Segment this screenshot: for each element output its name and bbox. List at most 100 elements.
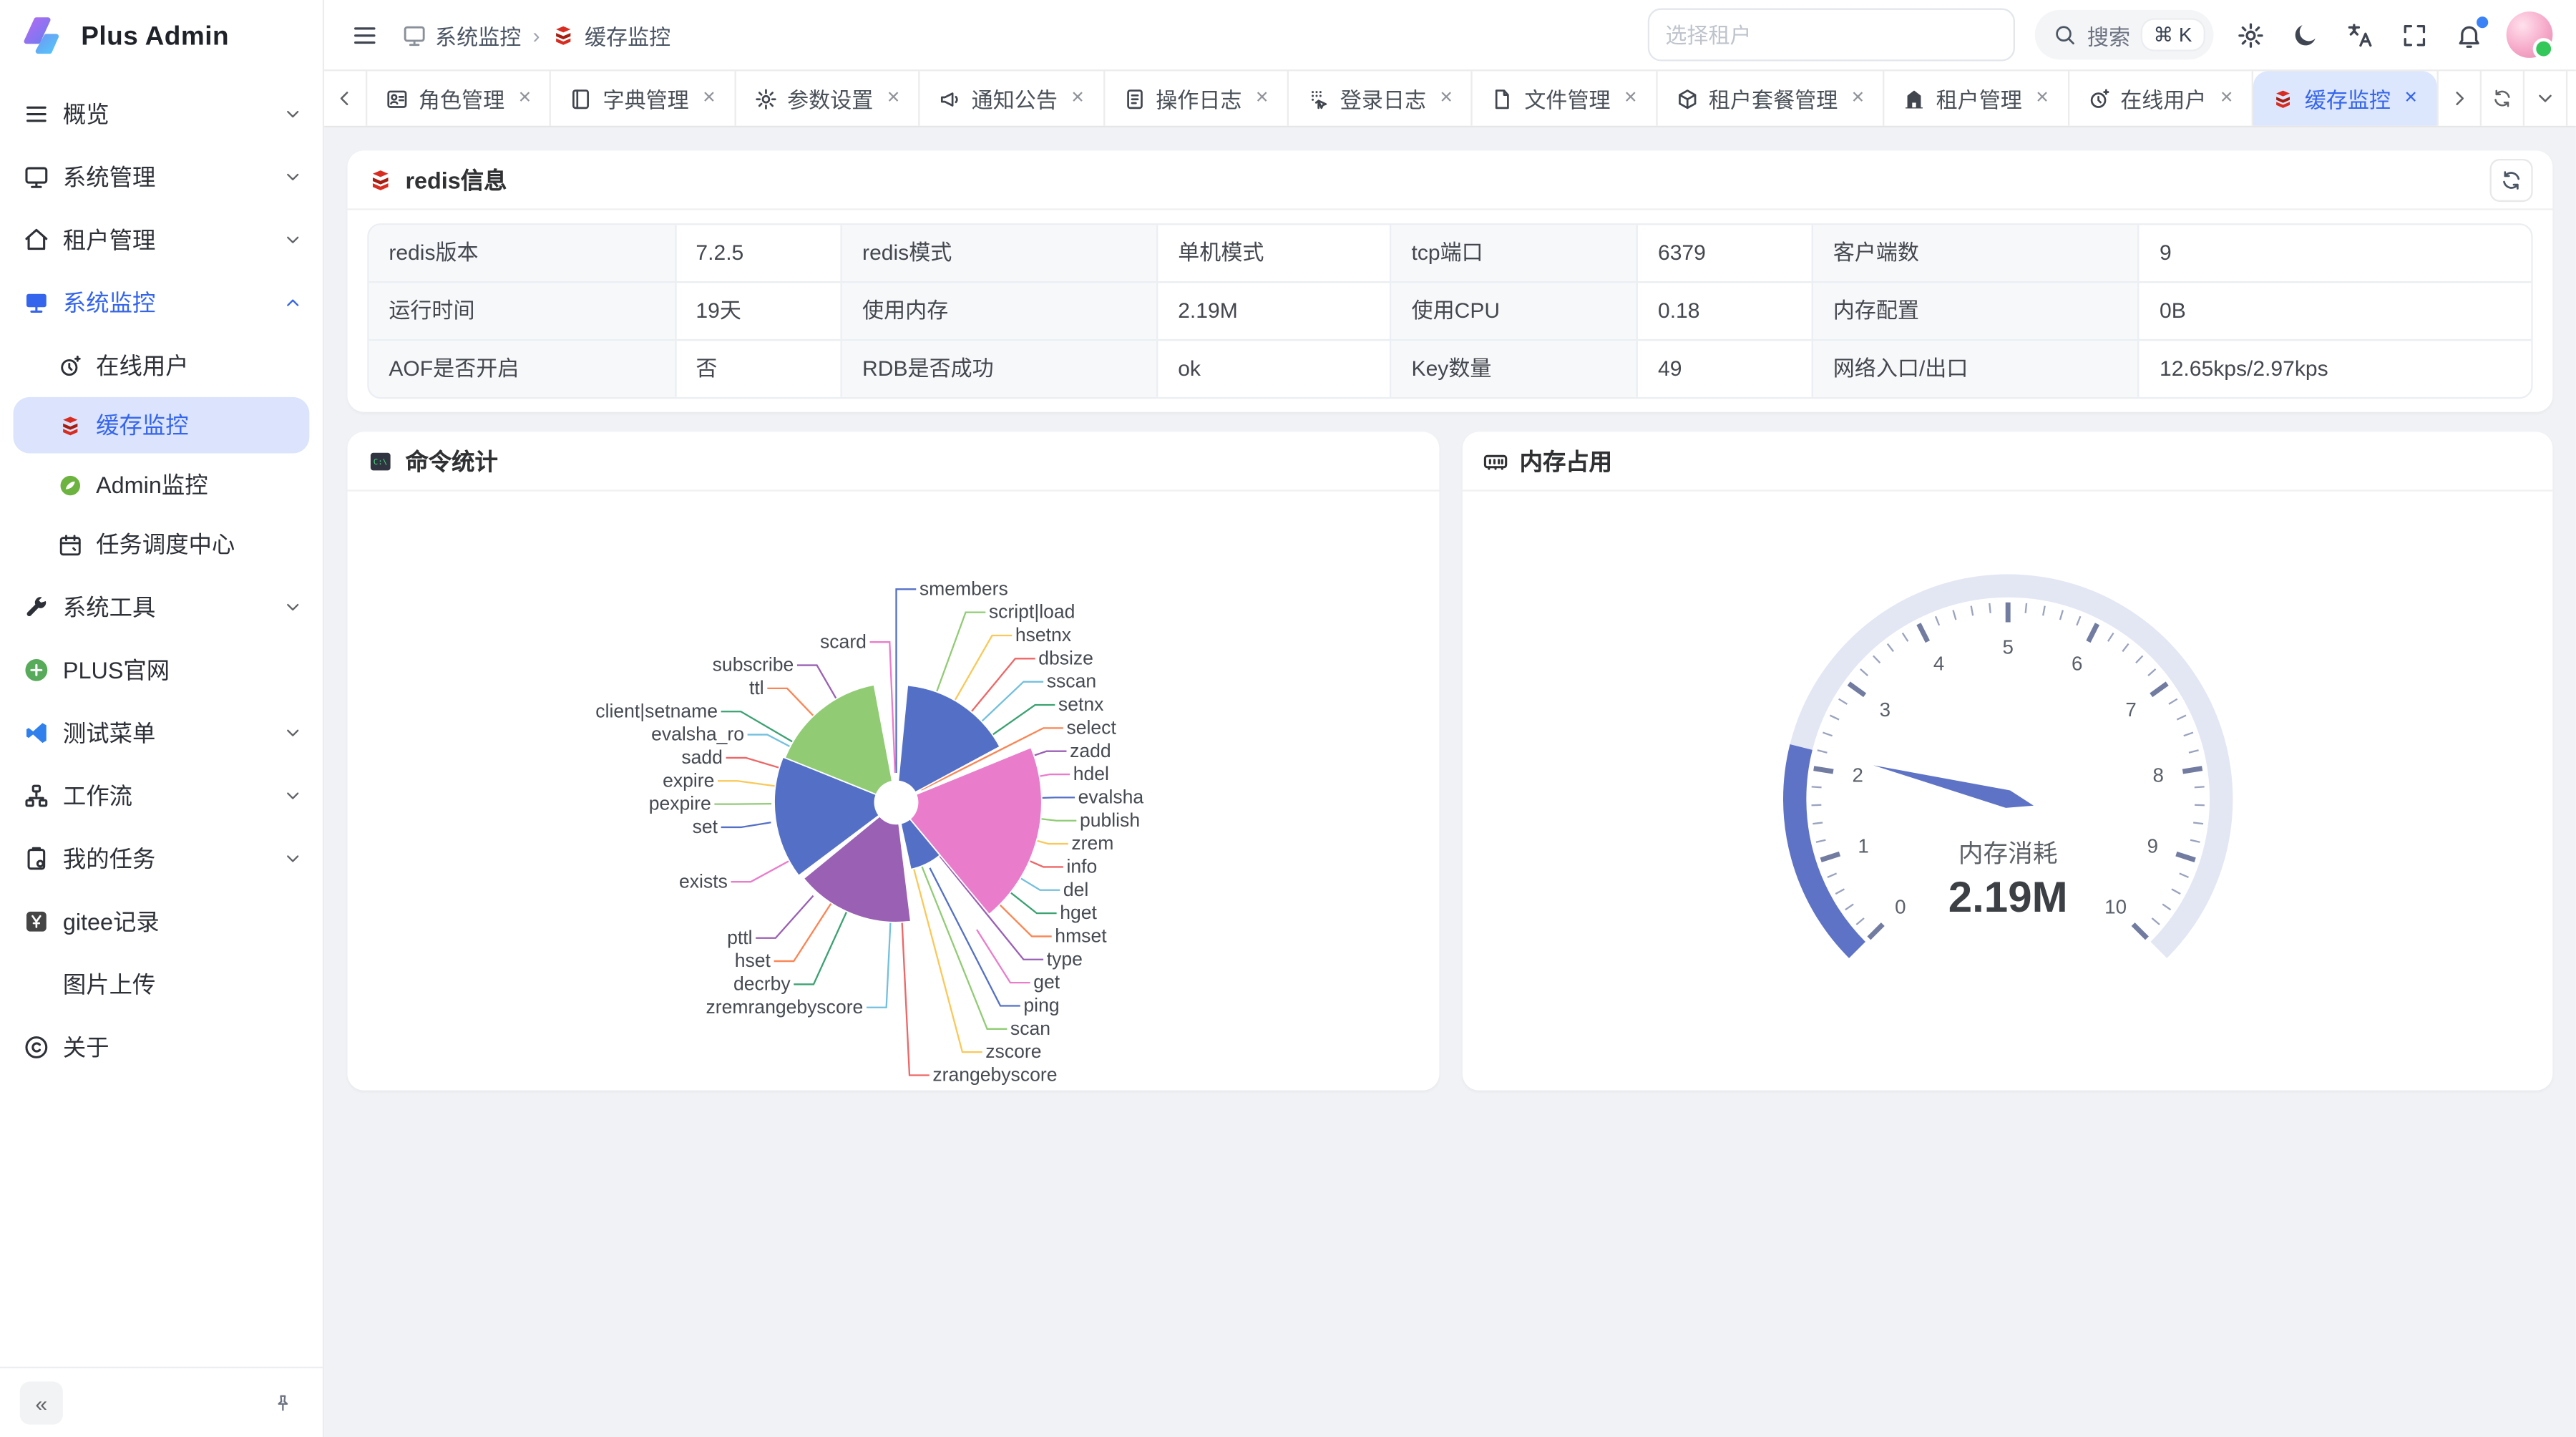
settings-button[interactable] [2233,17,2268,52]
tab-close-icon[interactable]: ✕ [2404,89,2418,107]
sidebar-item[interactable]: 系统管理 [0,145,323,208]
file-icon [1491,87,1514,109]
tenant-select-input[interactable] [1647,9,2014,62]
gauge-tick [1855,918,1863,925]
tabs-more-button[interactable] [2524,71,2567,125]
sidebar-subitem[interactable]: 任务调度中心 [13,516,309,573]
tab-close-icon[interactable]: ✕ [1851,89,1865,107]
tab[interactable]: 在线用户 ✕ [2069,71,2254,125]
tabs-scroll-right-button[interactable] [2438,71,2481,125]
commands-card-title: 命令统计 [405,444,497,477]
tab-label: 在线用户 [2120,83,2206,115]
command-label: hset [735,950,771,971]
sidebar-item[interactable]: 图片上传 [0,953,323,1016]
sidebar-collapse-button[interactable]: « [20,1382,63,1425]
tab-close-icon[interactable]: ✕ [1440,89,1453,107]
tab-label: 操作日志 [1156,83,1241,115]
sidebar-item[interactable]: PLUS官网 [0,638,323,701]
gauge-tick [1887,644,1893,652]
tab[interactable]: 通知公告✕ [920,71,1105,125]
redis-icon [367,166,394,193]
gauge-tick [2059,610,2062,620]
tab[interactable]: 租户套餐管理✕ [1657,71,1885,125]
sidebar-subitem[interactable]: 缓存监控 [13,397,309,454]
gauge-tick [1812,822,1822,824]
command-label: subscribe [713,654,794,676]
redis-info-refresh-button[interactable] [2490,158,2533,201]
pie-hole [874,781,917,824]
tab[interactable]: 参数设置✕ [736,71,920,125]
tab[interactable]: 缓存监控✕ [2253,71,2438,125]
tab-close-icon[interactable]: ✕ [1070,89,1084,107]
tab-close-icon[interactable]: ✕ [887,89,900,107]
tabs-refresh-button[interactable] [2481,71,2524,125]
info-label: 客户端数 [1813,225,2140,283]
tab-close-icon[interactable]: ✕ [1624,89,1637,107]
breadcrumb-item[interactable]: 系统监控 [402,19,522,51]
megaphone-icon [938,87,961,109]
gauge-tick [1902,633,1908,642]
global-search-button[interactable]: 搜索 ⌘ K [2034,10,2214,59]
sidebar-item[interactable]: 概览 [0,83,323,146]
gauge-tick [2171,889,2180,894]
tabs-scroll-left-button[interactable] [324,71,367,125]
sidebar-item-label: PLUS官网 [63,653,303,686]
gauge-tick [2183,733,2192,736]
tab-close-icon[interactable]: ✕ [1255,89,1269,107]
gauge-tick [2151,918,2159,925]
sidebar-subitem[interactable]: Admin监控 [13,457,309,513]
info-label: 网络入口/出口 [1813,341,2140,397]
tab[interactable]: 租户管理✕ [1885,71,2069,125]
redis-info-card: redis信息 redis版本7.2.5redis模式单机模式tcp端口6379… [348,150,2553,411]
gauge-tick [2188,750,2198,752]
tab-close-icon[interactable]: ✕ [702,89,716,107]
gauge-tick [1868,925,1882,938]
sidebar-item[interactable]: gitee记录 [0,890,323,953]
tab[interactable]: 角色管理✕ [367,71,552,125]
sidebar-item[interactable]: 工作流 [0,764,323,827]
tab[interactable]: 操作日志 ✕ [1105,71,1289,125]
sidebar-item[interactable]: 系统监控 [0,271,323,334]
avatar[interactable] [2507,11,2553,58]
clockstar-icon [2087,87,2110,109]
tools-icon [23,594,49,620]
command-label: hsetnx [1015,624,1071,646]
info-value: 2.19M [1158,283,1391,341]
sidebar-item-label: 租户管理 [63,223,270,256]
tab-close-icon[interactable]: ✕ [2035,89,2049,107]
notification-dot [2477,16,2488,27]
command-label: ping [1023,995,1059,1016]
sidebar-subitem[interactable]: 在线用户 [13,338,309,394]
sidebar-item[interactable]: 关于 [0,1016,323,1079]
sidebar-item[interactable]: 我的任务 [0,827,323,890]
gauge-tick-label: 9 [2146,835,2157,857]
chevron-down-icon [283,167,303,187]
tab-label: 字典管理 [603,83,689,115]
tab[interactable]: 登录日志✕ [1289,71,1473,125]
sidebar-item[interactable]: 系统工具 [0,576,323,639]
tab-label: 文件管理 [1524,83,1610,115]
content-fullscreen-button[interactable] [2567,71,2576,125]
terminal-icon: C:\ [367,447,394,474]
command-label: hmset [1055,925,1107,947]
notifications-button[interactable] [2451,17,2487,52]
memory-card: 内存占用 012345678910内存消耗2.19M [1462,432,2553,1090]
sidebar-item[interactable]: 测试菜单 [0,701,323,764]
tab-close-icon[interactable]: ✕ [2220,89,2233,107]
pie-slice[interactable] [894,778,895,781]
language-button[interactable] [2343,17,2378,52]
tab-close-icon[interactable]: ✕ [518,89,532,107]
tab[interactable]: 字典管理 ✕ [552,71,736,125]
book-icon [570,87,592,109]
sidebar-pin-button[interactable] [263,1383,303,1423]
monitor-icon [402,22,427,47]
sidebar-item[interactable]: 租户管理 [0,208,323,271]
menu-toggle-button[interactable] [348,17,383,52]
dark-mode-button[interactable] [2288,17,2323,52]
breadcrumb-item[interactable]: 缓存监控 [552,19,671,51]
fullscreen-button[interactable] [2397,17,2432,52]
chevron-down-icon [283,786,303,806]
tab[interactable]: 文件管理 ✕ [1473,71,1658,125]
chev-right-icon [2449,88,2471,109]
gauge-progress [1794,747,1856,950]
